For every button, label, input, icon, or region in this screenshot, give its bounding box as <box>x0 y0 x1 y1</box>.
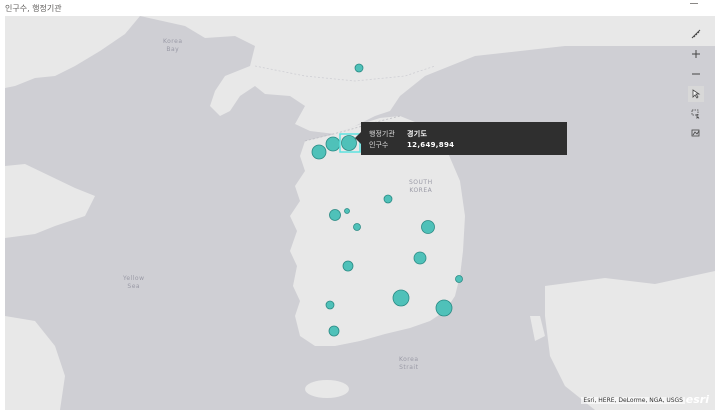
bubble-daejeon[interactable] <box>353 223 361 231</box>
map-toolbar <box>685 26 707 146</box>
zoom-in-icon[interactable] <box>688 46 704 62</box>
label-korea-bay: Korea Bay <box>163 38 183 54</box>
land-shandong <box>5 164 95 238</box>
label-yellow-sea-text: Yellow Sea <box>123 275 145 290</box>
land-tsushima <box>530 316 545 341</box>
tooltip-row-population: 인구수 12,649,894 <box>369 140 454 150</box>
bubble-gyeongnam[interactable] <box>392 289 410 307</box>
label-south-korea: SOUTH KOREA <box>409 179 433 195</box>
tooltip-population-value: 12,649,894 <box>407 141 455 149</box>
pointer-icon[interactable] <box>688 86 704 102</box>
tooltip-region-label: 행정기관 <box>369 130 395 138</box>
bubble-sejong[interactable] <box>344 208 350 214</box>
bubble-gwangju[interactable] <box>325 300 335 310</box>
ruler-icon[interactable] <box>688 26 704 42</box>
map-attribution: Esri, HERE, DeLorme, NGA, USGS <box>581 397 685 404</box>
tooltip-population-label: 인구수 <box>369 141 389 149</box>
land-jeju <box>305 380 349 398</box>
bubble-jeonnam[interactable] <box>328 325 340 337</box>
land-china-north <box>5 16 140 88</box>
bubble-seoul[interactable] <box>325 136 341 152</box>
label-korea-bay-text: Korea Bay <box>163 38 183 53</box>
tooltip-row-region: 행정기관 경기도 <box>369 129 427 139</box>
map-tooltip: 행정기관 경기도 인구수 12,649,894 <box>355 122 567 155</box>
basemap <box>5 16 715 410</box>
select-rect-icon[interactable] <box>688 106 704 122</box>
focus-mode-icon[interactable] <box>690 0 698 4</box>
lasso-icon[interactable] <box>688 126 704 142</box>
bubble-gangwon[interactable] <box>354 63 364 73</box>
label-yellow-sea: Yellow Sea <box>123 275 144 291</box>
land-japan <box>545 271 715 410</box>
map-canvas[interactable]: Korea Bay Yellow Sea SOUTH KOREA Korea S… <box>5 16 715 410</box>
bubble-daegu[interactable] <box>413 251 427 265</box>
zoom-out-icon[interactable] <box>688 66 704 82</box>
bubble-incheon[interactable] <box>311 144 327 160</box>
esri-logo: esri <box>685 393 709 406</box>
bubble-gyeongbuk[interactable] <box>421 220 435 234</box>
bubble-ulsan[interactable] <box>455 275 463 283</box>
bubble-busan[interactable] <box>435 299 453 317</box>
label-korea-strait-text: Korea Strait <box>399 356 419 371</box>
tooltip-region-value: 경기도 <box>407 130 428 138</box>
visual-header: 인구수, 행정기관 <box>0 0 720 16</box>
visual-title: 인구수, 행정기관 <box>5 4 62 13</box>
label-south-korea-text: SOUTH KOREA <box>409 179 433 194</box>
label-korea-strait: Korea Strait <box>399 356 419 372</box>
bubble-jeonbuk[interactable] <box>342 260 354 272</box>
land-north-korea <box>140 16 715 134</box>
bubble-chungnam[interactable] <box>329 209 341 221</box>
bubble-gyeongbuk-north[interactable] <box>383 194 393 204</box>
land-china-south <box>5 316 65 410</box>
